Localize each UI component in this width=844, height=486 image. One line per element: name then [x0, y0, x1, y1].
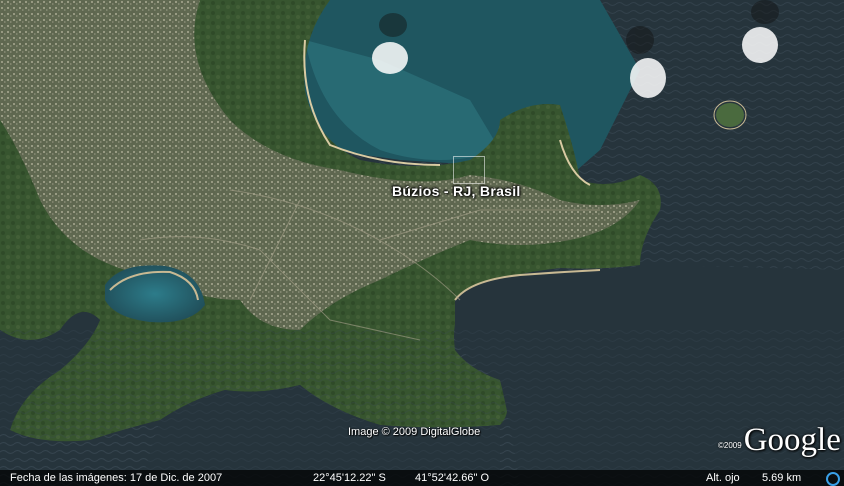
status-bar: Fecha de las imágenes: 17 de Dic. de 200…	[0, 470, 844, 486]
logo-wordmark: Google	[743, 422, 841, 458]
google-logo: ©2009 Google	[718, 418, 841, 458]
place-label[interactable]: Búzios - RJ, Brasil	[392, 183, 521, 199]
altitude-value: 5.69 km	[762, 472, 802, 484]
imagery-credit: Image © 2009 DigitalGlobe	[348, 426, 481, 438]
longitude-readout: 41°52'42.66" O	[415, 472, 490, 484]
altitude-label: Alt. ojo	[706, 472, 740, 484]
imagery-date: Fecha de las imágenes: 17 de Dic. de 200…	[10, 472, 223, 484]
satellite-map[interactable]: Búzios - RJ, Brasil Image © 2009 Digital…	[0, 0, 844, 486]
streaming-progress-icon	[826, 472, 840, 486]
island	[716, 103, 744, 127]
latitude-readout: 22°45'12.22" S	[313, 472, 386, 484]
satellite-imagery	[0, 0, 844, 486]
logo-copyright: ©2009	[718, 441, 742, 450]
location-marker[interactable]	[453, 156, 485, 184]
